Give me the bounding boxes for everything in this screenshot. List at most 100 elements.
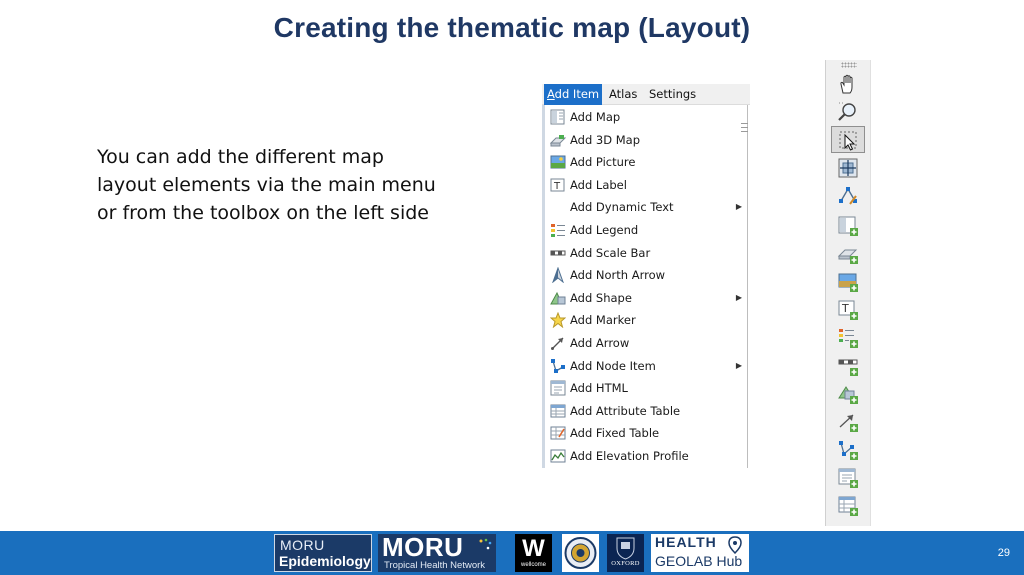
picture-icon [838,273,858,292]
layout-toolbox: T [825,60,871,526]
svg-text:T: T [841,302,849,315]
page-number: 29 [997,547,1010,559]
menu-item-add-elevation-profile[interactable]: Add Elevation Profile [548,445,746,467]
menu-item-label: Add Shape [570,290,632,305]
menu-item-label: Add Map [570,110,621,124]
add-3d-map-tool[interactable] [831,240,865,267]
add-html-tool[interactable] [831,464,865,491]
move-content-icon [838,158,858,178]
body-line-3: or from the toolbox on the left side [97,202,429,224]
menu-item-add-html[interactable]: Add HTML [548,377,746,399]
wellcome-logo: W wellcome [515,534,552,572]
scale-bar-icon [838,359,858,376]
3d-map-icon [549,132,567,148]
body-line-2: layout elements via the main menu [97,174,436,196]
menu-item-add-picture[interactable]: Add Picture [548,151,746,173]
label-icon: T [550,177,566,193]
body-line-1: You can add the different map [97,146,384,168]
menu-item-label: Add Node Item [570,358,656,373]
menu-atlas[interactable]: Atlas [606,84,640,105]
attribute-table-icon [550,403,566,419]
menu-item-add-dynamic-text[interactable]: Add Dynamic Text ▶ [548,196,746,218]
toolbar-grip[interactable] [841,62,857,68]
scale-bar-icon [550,245,566,261]
picture-icon [550,154,566,170]
slide-footer: MORU Epidemiology MORU Tropical Health N… [0,531,1024,575]
menu-item-label: Add Picture [570,155,636,170]
menu-item-add-3d-map[interactable]: Add 3D Map [548,129,746,151]
map-icon [838,216,858,236]
university-seal-icon [564,537,597,569]
menu-item-label: Add Legend [570,223,639,237]
menu-item-label: Add Scale Bar [570,245,651,260]
moru-dots-icon [479,538,492,550]
label-icon: T [838,300,858,320]
menu-item-add-attribute-table[interactable]: Add Attribute Table [548,400,746,422]
elevation-profile-icon [550,448,566,464]
add-item-dropdown: Add Map Add 3D Map Add Picture T Add Lab… [542,105,748,468]
edit-nodes-icon [839,187,857,205]
arrow-icon [550,335,566,351]
legend-icon [839,329,858,348]
select-move-tool[interactable] [831,126,865,153]
menu-item-label: Add Arrow [570,336,630,350]
node-item-icon [550,358,566,374]
hand-icon [840,74,853,94]
menu-item-add-scale-bar[interactable]: Add Scale Bar [548,242,746,264]
add-label-tool[interactable]: T [831,296,865,323]
node-item-icon [839,441,858,460]
add-picture-tool[interactable] [831,268,865,295]
body-text: You can add the different map layout ele… [97,143,477,227]
menu-screenshot: Add Item Atlas Settings Add Map Add 3D M… [542,84,750,468]
menu-item-add-arrow[interactable]: Add Arrow [548,332,746,354]
menu-item-add-shape[interactable]: Add Shape ▶ [548,287,746,309]
3d-map-icon [837,249,858,264]
menu-item-add-node-item[interactable]: Add Node Item ▶ [548,355,746,377]
location-pin-icon [728,536,742,554]
zoom-icon [838,102,856,121]
oxford-crest-icon [616,537,635,560]
html-icon [838,468,858,488]
menu-item-label: Add HTML [570,381,628,396]
fixed-table-icon [550,425,566,441]
submenu-arrow-icon: ▶ [735,202,742,212]
edit-nodes-tool[interactable] [831,182,865,209]
mahidol-seal-logo [562,534,599,572]
menu-item-label: Add Elevation Profile [570,449,689,463]
add-scale-bar-tool[interactable] [831,352,865,379]
legend-icon [550,222,566,238]
menu-item-label: Add Dynamic Text [570,200,674,215]
zoom-tool[interactable] [831,98,865,125]
add-attribute-table-tool[interactable] [831,492,865,519]
select-icon [839,131,857,151]
add-node-item-tool[interactable] [831,436,865,463]
menu-item-label: Add Attribute Table [570,403,681,418]
moru-logo: MORU Tropical Health Network [378,532,496,572]
arrow-icon [839,414,858,432]
menu-item-add-legend[interactable]: Add Legend [548,219,746,241]
moru-epidemiology-logo: MORU Epidemiology [274,534,372,572]
move-content-tool[interactable] [831,154,865,181]
menu-item-add-fixed-table[interactable]: Add Fixed Table [548,422,746,444]
add-legend-tool[interactable] [831,324,865,351]
submenu-arrow-icon: ▶ [735,292,742,302]
oxford-logo: OXFORD [607,534,644,572]
menu-item-label: Add Fixed Table [570,426,660,441]
health-geolab-logo: HEALTH GEOLAB Hub [651,534,749,572]
menu-item-add-label[interactable]: T Add Label [548,174,746,196]
menu-add-item[interactable]: Add Item [544,84,603,105]
attribute-table-icon [838,496,858,516]
pan-tool[interactable] [831,70,865,97]
add-shape-tool[interactable] [831,380,865,407]
slide-title: Creating the thematic map (Layout) [273,12,751,43]
menu-item-add-north-arrow[interactable]: Add North Arrow [548,264,746,286]
menu-item-add-map[interactable]: Add Map [548,106,746,128]
north-arrow-icon [550,266,566,284]
shape-icon [838,386,858,404]
menu-item-add-marker[interactable]: Add Marker [548,309,746,331]
add-arrow-tool[interactable] [831,408,865,435]
menu-item-label: Add Marker [570,313,636,328]
add-map-tool[interactable] [831,212,865,239]
shape-icon [550,290,566,306]
menu-settings[interactable]: Settings [646,84,699,105]
